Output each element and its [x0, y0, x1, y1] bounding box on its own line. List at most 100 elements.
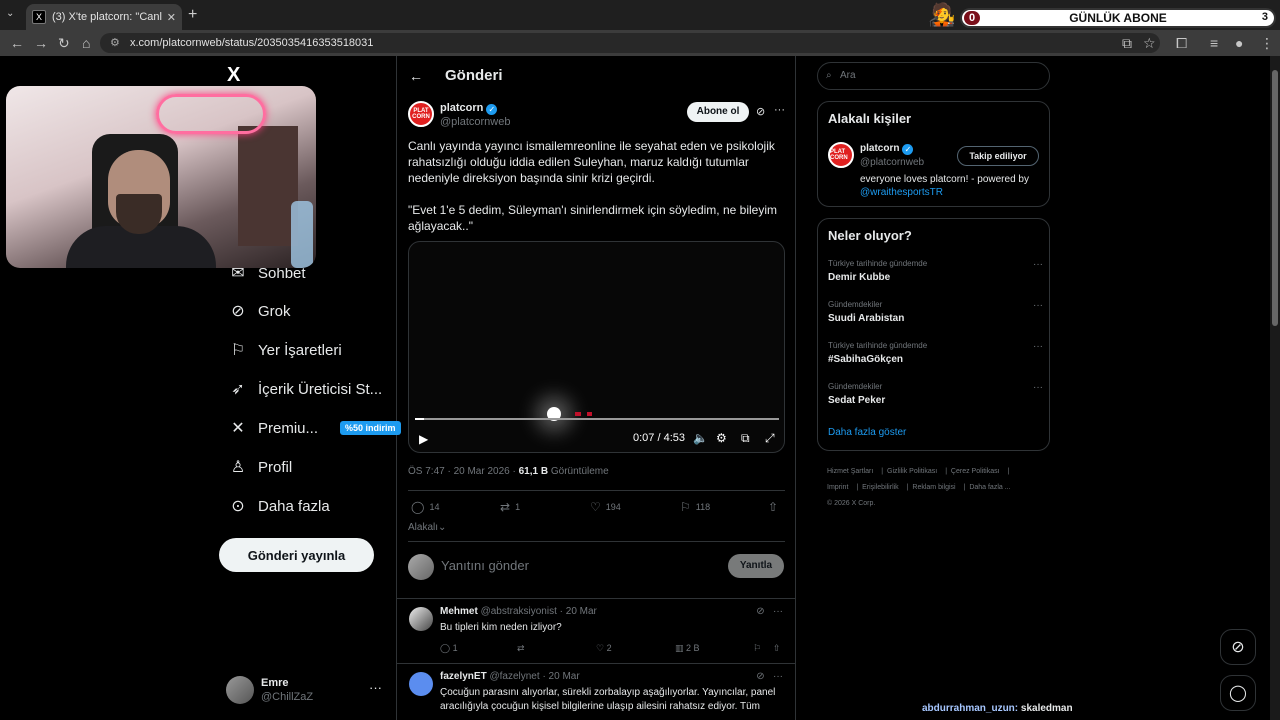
post-author-name-row[interactable]: platcorn ✓ — [440, 102, 498, 115]
bookmark-icon[interactable]: ⚐ — [753, 643, 761, 654]
views-action[interactable]: ▥ 2 B — [675, 643, 700, 654]
video-player[interactable]: ▶ 0:07 / 4:53 🔈 ⚙ ⧉ ⤢ — [408, 241, 785, 453]
card-title: Neler oluyor? — [828, 228, 912, 243]
fullscreen-icon[interactable]: ⤢ — [765, 431, 775, 446]
footer-link[interactable]: Reklam bilgisi — [912, 484, 955, 491]
x-logo-icon[interactable]: X — [227, 64, 240, 87]
subscribe-button[interactable]: Abone ol — [687, 102, 749, 122]
video-time: 0:07 / 4:53 — [633, 432, 685, 444]
media-icon[interactable]: ≡ — [1210, 35, 1218, 51]
star-icon[interactable]: ☆ — [1143, 35, 1156, 52]
nav-item-grok[interactable]: ⊘ Grok — [228, 301, 290, 321]
related-avatar[interactable]: PLAT CORN — [828, 142, 854, 168]
more-icon[interactable]: ··· — [773, 671, 783, 682]
reply-action[interactable]: ◯ 14 — [411, 500, 439, 514]
back-icon[interactable]: ← — [10, 35, 24, 51]
post-author-handle[interactable]: @platcornweb — [440, 116, 510, 128]
grok-icon: ⊘ — [231, 303, 245, 320]
related-bio-link[interactable]: @wraithesportsTR — [860, 187, 943, 198]
pip-icon[interactable]: ⧉ — [741, 431, 750, 446]
settings-icon[interactable]: ⚙ — [716, 431, 727, 445]
scrollbar-thumb[interactable] — [1272, 70, 1278, 326]
nav-item-more[interactable]: ⊙ Daha fazla — [228, 496, 329, 516]
more-icon[interactable]: ··· — [1033, 300, 1043, 311]
nav-item-bookmarks[interactable]: ⚐ Yer İşaretleri — [228, 340, 342, 360]
footer-link[interactable]: Gizlilik Politikası — [887, 468, 937, 475]
browser-tab[interactable]: X (3) X'te platcorn: "Canlı yayında ✕ — [26, 4, 182, 30]
menu-icon[interactable]: ⋮ — [1260, 35, 1274, 52]
close-tab-icon[interactable]: ✕ — [167, 11, 176, 24]
nav-item-creator-studio[interactable]: ➶ İçerik Üreticisi St... — [228, 379, 382, 399]
trend-item[interactable]: Gündemdekiler Suudi Arabistan ··· — [828, 300, 1043, 324]
reply-item[interactable]: fazelynET @fazelynet · 20 Mar ⊘ ··· Çocu… — [397, 664, 795, 720]
footer-link[interactable]: Daha fazla ... — [969, 484, 1010, 491]
grok-fab[interactable]: ⊘ — [1220, 629, 1256, 665]
site-info-icon[interactable]: ⚙ — [110, 33, 120, 53]
post-header: ← Gönderi — [397, 56, 795, 96]
more-icon[interactable]: ··· — [773, 606, 783, 617]
trend-item[interactable]: Türkiye tarihinde gündemde #SabihaGökçen… — [828, 341, 1043, 365]
like-action[interactable]: ♡ 194 — [590, 500, 621, 514]
post-meta: ÖS 7:47 · 20 Mar 2026 · 61,1 B Görüntüle… — [408, 466, 609, 477]
play-icon[interactable]: ▶ — [419, 432, 428, 446]
bookmark-action[interactable]: ⚐ 118 — [680, 500, 710, 514]
following-button[interactable]: Takip ediliyor — [957, 146, 1039, 166]
more-icon[interactable]: ··· — [369, 680, 382, 695]
post-timestamp[interactable]: ÖS 7:47 · 20 Mar 2026 · — [408, 466, 519, 477]
tab-title: (3) X'te platcorn: "Canlı yayında — [52, 11, 163, 23]
reply-item[interactable]: Mehmet @abstraksiyonist · 20 Mar ⊘ ··· B… — [397, 599, 795, 663]
related-name-row[interactable]: platcorn ✓ — [860, 143, 914, 155]
grok-icon[interactable]: ⊘ — [756, 105, 765, 118]
back-arrow-icon[interactable]: ← — [409, 68, 423, 84]
reply-sort-label: Alakalı — [408, 522, 439, 533]
nav-item-premium[interactable]: ✕ Premiu... %50 indirim — [228, 418, 401, 438]
more-icon[interactable]: ··· — [774, 104, 785, 116]
streamer-character-icon: 🧑‍🎤 — [928, 2, 956, 27]
grok-icon[interactable]: ⊘ — [756, 606, 764, 617]
reply-button[interactable]: Yanıtla — [728, 554, 784, 578]
share-icon[interactable]: ⇧ — [773, 643, 781, 654]
messages-fab[interactable]: ◯ — [1220, 675, 1256, 711]
extensions-icon[interactable]: ⧠ — [1176, 35, 1187, 52]
like-action[interactable]: ♡ 2 — [596, 643, 612, 654]
reply-sort-dropdown[interactable]: Alakalı⌄ — [408, 522, 446, 533]
more-icon[interactable]: ··· — [1033, 382, 1043, 393]
nav-item-profile[interactable]: ♙ Profil — [228, 457, 292, 477]
grok-icon[interactable]: ⊘ — [756, 671, 764, 682]
video-taillight — [587, 412, 592, 416]
trend-item[interactable]: Türkiye tarihinde gündemde Demir Kubbe ·… — [828, 259, 1043, 283]
grok-icon: ⊘ — [1231, 639, 1245, 656]
new-tab-icon[interactable]: + — [188, 6, 197, 24]
url-field[interactable]: ⚙ x.com/platcornweb/status/2035035416353… — [100, 33, 1160, 53]
post-button[interactable]: Gönderi yayınla — [219, 538, 374, 572]
volume-icon[interactable]: 🔈 — [693, 431, 708, 445]
footer-link[interactable]: Hizmet Şartları — [827, 468, 873, 475]
install-icon[interactable]: ⧉ — [1122, 35, 1132, 52]
related-handle[interactable]: @platcornweb — [860, 157, 924, 168]
video-progress-bar[interactable] — [415, 418, 779, 420]
reply-text: Çocuğun parasını alıyorlar, sürekli zorb… — [440, 687, 776, 712]
trend-item[interactable]: Gündemdekiler Sedat Peker ··· — [828, 382, 1043, 406]
home-icon[interactable]: ⌂ — [82, 35, 90, 51]
share-action[interactable]: ⇧ — [768, 500, 783, 514]
trend-context: Gündemdekiler — [828, 382, 883, 391]
show-more-link[interactable]: Daha fazla göster — [828, 427, 906, 438]
more-icon[interactable]: ··· — [1033, 259, 1043, 270]
more-icon[interactable]: ··· — [1033, 341, 1043, 352]
reply-action[interactable]: ◯ 1 — [440, 643, 458, 654]
footer-link[interactable]: Çerez Politikası — [951, 468, 1000, 475]
repost-action[interactable]: ⇄ 1 — [500, 500, 520, 514]
footer-link[interactable]: Erişilebilirlik — [862, 484, 899, 491]
scrollbar[interactable] — [1270, 56, 1280, 720]
video-progress-fill — [415, 418, 424, 420]
footer-link[interactable]: Imprint — [827, 484, 848, 491]
forward-icon[interactable]: → — [34, 35, 48, 51]
reply-input[interactable]: Yanıtını gönder — [441, 558, 529, 573]
reload-icon[interactable]: ↻ — [58, 35, 70, 52]
tab-search-icon[interactable]: ⌄ — [6, 8, 14, 19]
account-switcher[interactable]: Emre @ChillZaZ ··· — [226, 674, 386, 706]
profile-icon[interactable]: ● — [1235, 35, 1243, 51]
search-input[interactable]: ⌕ Ara — [817, 62, 1050, 90]
post-author-avatar[interactable]: PLAT CORN — [408, 101, 434, 127]
repost-icon[interactable]: ⇄ — [517, 643, 525, 654]
